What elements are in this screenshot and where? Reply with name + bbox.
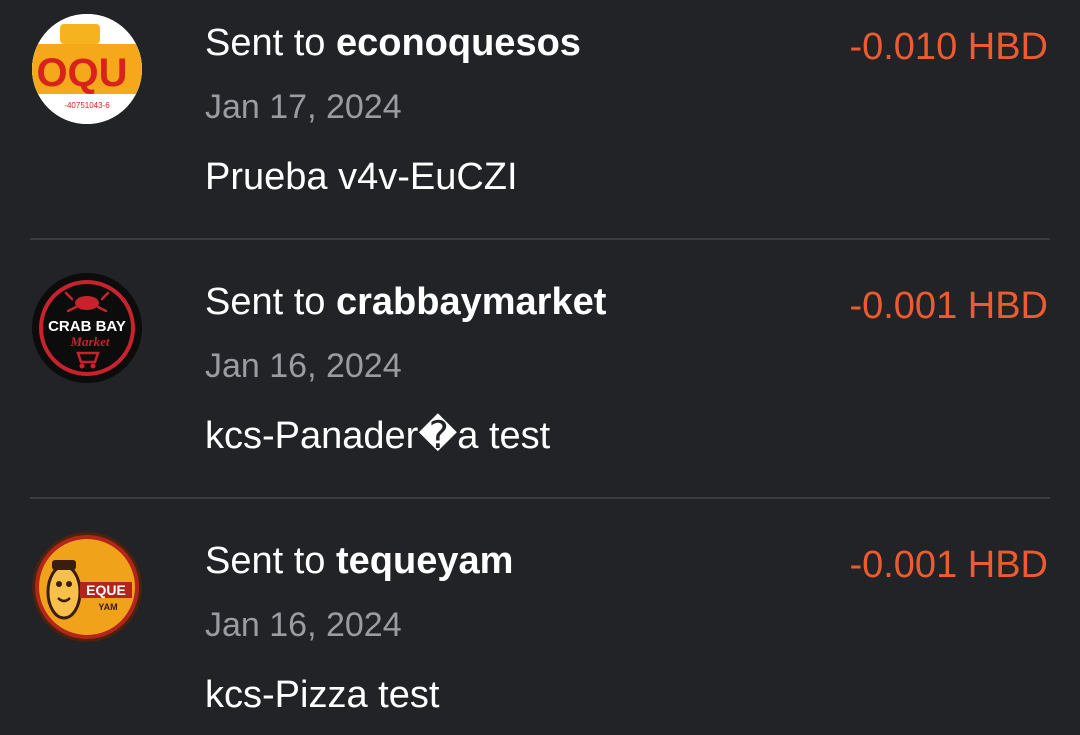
svg-text:EQUE: EQUE (86, 582, 126, 598)
transaction-date: Jan 16, 2024 (205, 606, 402, 644)
avatar[interactable]: EQUE YAM (32, 532, 142, 642)
avatar[interactable]: CRAB BAY Market (32, 273, 142, 383)
transaction-item[interactable]: CRAB BAY Market Sent to crabbaymarket -0… (0, 259, 1080, 517)
transaction-date: Jan 17, 2024 (205, 88, 402, 126)
transaction-title: Sent to econoquesos (205, 18, 581, 68)
transaction-memo: Prueba v4v-EuCZI (205, 156, 518, 198)
svg-text:OQU: OQU (36, 51, 127, 95)
transaction-amount: -0.001 HBD (849, 285, 1048, 327)
transaction-item[interactable]: EQUE YAM Sent to tequeyam -0.001 HBD Jan… (0, 518, 1080, 735)
divider (30, 497, 1050, 499)
transaction-title: Sent to tequeyam (205, 536, 513, 586)
transaction-memo: kcs-Pizza test (205, 674, 440, 716)
transaction-prefix: Sent to (205, 281, 336, 323)
transaction-amount: -0.001 HBD (849, 544, 1048, 586)
transaction-date: Jan 16, 2024 (205, 347, 402, 385)
transaction-item[interactable]: OQU -40751043-6 Sent to econoquesos -0.0… (0, 0, 1080, 258)
recipient-name[interactable]: econoquesos (336, 22, 581, 64)
transaction-memo: kcs-Panader�a test (205, 415, 551, 457)
recipient-name[interactable]: tequeyam (336, 540, 513, 582)
crab-bay-market-logo-icon: CRAB BAY Market (32, 273, 142, 383)
svg-text:-40751043-6: -40751043-6 (64, 101, 110, 110)
transaction-prefix: Sent to (205, 540, 336, 582)
divider (30, 238, 1050, 240)
transaction-title: Sent to crabbaymarket (205, 277, 606, 327)
recipient-name[interactable]: crabbaymarket (336, 281, 606, 323)
avatar[interactable]: OQU -40751043-6 (32, 14, 142, 124)
svg-text:CRAB BAY: CRAB BAY (48, 318, 126, 335)
transaction-list: OQU -40751043-6 Sent to econoquesos -0.0… (0, 0, 1080, 735)
transaction-prefix: Sent to (205, 22, 336, 64)
teque-yam-logo-icon: EQUE YAM (32, 532, 142, 642)
econoquesos-logo-icon: OQU -40751043-6 (32, 14, 142, 124)
transaction-amount: -0.010 HBD (849, 26, 1048, 68)
svg-text:Market: Market (70, 334, 110, 349)
svg-text:YAM: YAM (98, 602, 117, 612)
